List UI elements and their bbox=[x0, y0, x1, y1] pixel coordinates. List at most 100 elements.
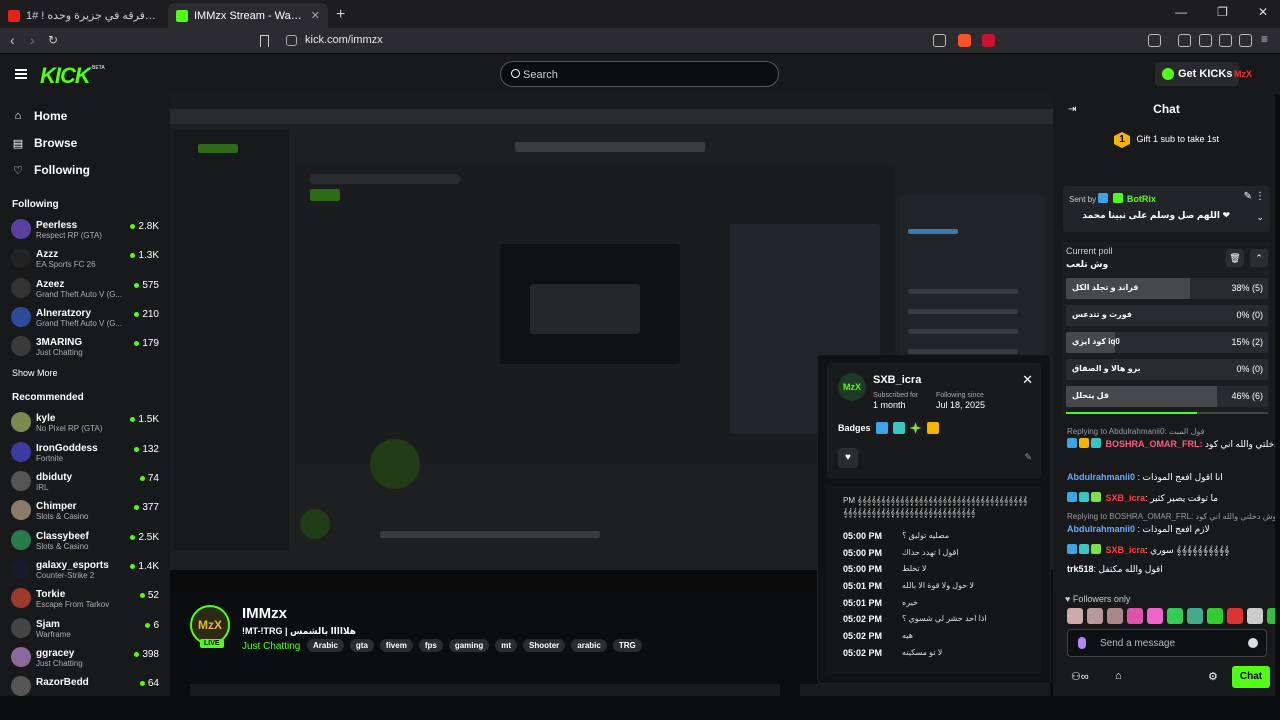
sidebar-channel[interactable]: 3MARING Just Chatting 179 bbox=[0, 333, 170, 362]
stream-tag[interactable]: gaming bbox=[448, 639, 490, 652]
rewards-icon[interactable] bbox=[982, 34, 995, 47]
chat-username[interactable]: SXB_icra bbox=[1106, 493, 1146, 503]
gift-sub-banner[interactable]: 1 Gift 1 sub to take 1st bbox=[1053, 132, 1280, 148]
emote-icon[interactable] bbox=[1167, 608, 1183, 624]
stream-tag[interactable]: Arabic bbox=[307, 639, 344, 652]
sidebar-channel[interactable]: ggracey Just Chatting 398 bbox=[0, 644, 170, 673]
stream-tag[interactable]: gta bbox=[349, 639, 374, 652]
profile-username[interactable]: SXB_icra bbox=[873, 374, 921, 386]
pinned-username[interactable]: BotRix bbox=[1127, 194, 1156, 204]
sidebar-channel[interactable]: Classybeef Slots & Casino 2.5K bbox=[0, 527, 170, 556]
stream-tag[interactable]: arabic bbox=[571, 639, 607, 652]
sidebar-channel[interactable]: Azzz EA Sports FC 26 1.3K bbox=[0, 245, 170, 274]
chat-username[interactable]: SXB_icra bbox=[1106, 545, 1146, 555]
brave-shield-icon[interactable] bbox=[958, 34, 971, 47]
emote-icon[interactable] bbox=[1187, 608, 1203, 624]
share-icon[interactable] bbox=[933, 34, 946, 47]
follow-heart-button[interactable]: ♥ bbox=[838, 448, 858, 468]
leo-icon[interactable] bbox=[1219, 34, 1232, 47]
sidebar-channel[interactable]: dbiduty IRL 74 bbox=[0, 468, 170, 497]
sidebar-channel[interactable]: Peerless Respect RP (GTA) 2.8K bbox=[0, 216, 170, 245]
emote-icon[interactable] bbox=[1107, 608, 1123, 624]
gear-icon[interactable]: ⚙ bbox=[1208, 670, 1218, 683]
chevron-up-icon[interactable]: ⌃ bbox=[1250, 249, 1268, 267]
sidebar-channel[interactable]: IronGoddess Fortnite 132 bbox=[0, 439, 170, 468]
chat-username[interactable]: Abdulrahmanii0 bbox=[1067, 472, 1135, 482]
reader-icon[interactable] bbox=[1148, 34, 1161, 47]
search-input[interactable] bbox=[523, 66, 763, 84]
url-field[interactable]: kick.com/immzx bbox=[305, 34, 383, 46]
trash-icon[interactable]: 🗑 bbox=[1226, 249, 1244, 267]
sidebar-channel[interactable]: Torkie Escape From Tarkov 52 bbox=[0, 585, 170, 614]
stream-category[interactable]: Just Chatting bbox=[242, 641, 300, 652]
nav-following[interactable]: ♡ Following bbox=[12, 156, 170, 183]
reply-context[interactable]: Replying to BOSHRA_OMAR_FRL: وش دخلتي وا… bbox=[1067, 512, 1276, 521]
show-more-link[interactable]: Show More bbox=[12, 368, 170, 378]
poll-option[interactable]: كود ايزي iq0 15% (2) bbox=[1066, 332, 1268, 353]
chevron-down-icon[interactable]: ⌄ bbox=[1256, 212, 1264, 223]
close-tab-icon[interactable]: ✕ bbox=[311, 9, 320, 22]
wallet-icon[interactable] bbox=[1199, 34, 1212, 47]
emoji-icon[interactable] bbox=[1248, 638, 1258, 648]
emote-icon[interactable] bbox=[1247, 608, 1263, 624]
streamer-name[interactable]: IMMzx bbox=[242, 605, 287, 622]
stream-tag[interactable]: mt bbox=[495, 639, 518, 652]
sidebar-icon[interactable] bbox=[1178, 34, 1191, 47]
close-window-icon[interactable]: ✕ bbox=[1258, 5, 1268, 19]
new-tab-icon[interactable]: + bbox=[336, 6, 345, 24]
user-avatar[interactable]: MzX bbox=[1233, 64, 1253, 84]
nav-browse[interactable]: ▤ Browse bbox=[12, 129, 170, 156]
emote-icon[interactable] bbox=[1087, 608, 1103, 624]
chat-username[interactable]: BOSHRA_OMAR_FRL: bbox=[1106, 439, 1203, 449]
gift-icon[interactable]: ⌂ bbox=[1115, 670, 1122, 682]
stream-tag[interactable]: Shooter bbox=[523, 639, 566, 652]
sidebar-channel[interactable]: Chimper Slots & Casino 377 bbox=[0, 497, 170, 526]
sidebar-channel[interactable]: Sjam Warframe 6 bbox=[0, 615, 170, 644]
emote-icon[interactable] bbox=[1127, 608, 1143, 624]
pin-icon[interactable]: ✎ bbox=[1024, 452, 1032, 463]
poll-option[interactable]: قل يتحلل 46% (6) bbox=[1066, 386, 1268, 407]
bookmark-icon[interactable] bbox=[260, 35, 269, 47]
browser-tab-kick[interactable]: IMMzx Stream - Watch Live on Kick ✕ bbox=[168, 3, 328, 28]
stream-tag[interactable]: fps bbox=[418, 639, 443, 652]
poll-option[interactable]: قراند و تجلد الكل 38% (5) bbox=[1066, 278, 1268, 299]
browser-tab-youtube[interactable]: كل الافرقه في جزيرة وحده ! #1 - YouTube bbox=[0, 3, 165, 28]
vpn-icon[interactable] bbox=[1239, 34, 1252, 47]
poll-option[interactable]: فورت و تتدعس 0% (0) bbox=[1066, 305, 1268, 326]
emote-icon[interactable] bbox=[1227, 608, 1243, 624]
emote-icon[interactable] bbox=[1147, 608, 1163, 624]
get-kicks-button[interactable]: Get KICKs bbox=[1155, 62, 1240, 86]
chat-username[interactable]: Abdulrahmanii0 bbox=[1067, 524, 1135, 534]
site-info-icon[interactable] bbox=[286, 35, 297, 46]
search-box[interactable] bbox=[500, 61, 779, 87]
chat-scrollbar[interactable] bbox=[1275, 94, 1280, 696]
more-icon[interactable]: ⋮ bbox=[1255, 191, 1265, 202]
nav-home[interactable]: ⌂ Home bbox=[12, 102, 170, 129]
sidebar-channel[interactable]: galaxy_esports Counter-Strike 2 1.4K bbox=[0, 556, 170, 585]
kick-logo[interactable]: KICK bbox=[40, 63, 91, 89]
reply-context[interactable]: Replying to Abdulrahmanii0: قول المبت bbox=[1067, 427, 1204, 436]
forward-icon[interactable]: › bbox=[30, 32, 35, 48]
microphone-icon[interactable] bbox=[1078, 637, 1086, 649]
hamburger-icon[interactable] bbox=[15, 69, 27, 79]
emote-icon[interactable] bbox=[1067, 608, 1083, 624]
sidebar-channel[interactable]: Alneratzory Grand Theft Auto V (G... 210 bbox=[0, 304, 170, 333]
chat-username[interactable]: trk518 bbox=[1067, 564, 1094, 574]
chat-input-box[interactable] bbox=[1067, 629, 1267, 657]
sidebar-channel[interactable]: RazorBedd 64 bbox=[0, 673, 170, 696]
reload-icon[interactable]: ↻ bbox=[48, 33, 58, 47]
send-chat-button[interactable]: Chat bbox=[1232, 666, 1270, 688]
chat-input[interactable] bbox=[1100, 635, 1240, 651]
poll-option[interactable]: برو هالا و الصفاق 0% (0) bbox=[1066, 359, 1268, 380]
sidebar-channel[interactable]: Azeez Grand Theft Auto V (G... 575 bbox=[0, 275, 170, 304]
menu-icon[interactable]: ≡ bbox=[1261, 32, 1274, 46]
stream-tag[interactable]: TRG bbox=[612, 639, 642, 652]
minimize-icon[interactable]: — bbox=[1175, 5, 1187, 19]
back-icon[interactable]: ‹ bbox=[10, 32, 15, 48]
kicks-loop-icon[interactable]: ⚇∞ bbox=[1071, 670, 1089, 683]
emote-icon[interactable] bbox=[1207, 608, 1223, 624]
stream-tag[interactable]: fivem bbox=[379, 639, 413, 652]
close-icon[interactable]: ✕ bbox=[1022, 372, 1033, 388]
maximize-icon[interactable]: ❐ bbox=[1217, 5, 1228, 19]
pin-icon[interactable]: ✎ bbox=[1244, 191, 1252, 202]
